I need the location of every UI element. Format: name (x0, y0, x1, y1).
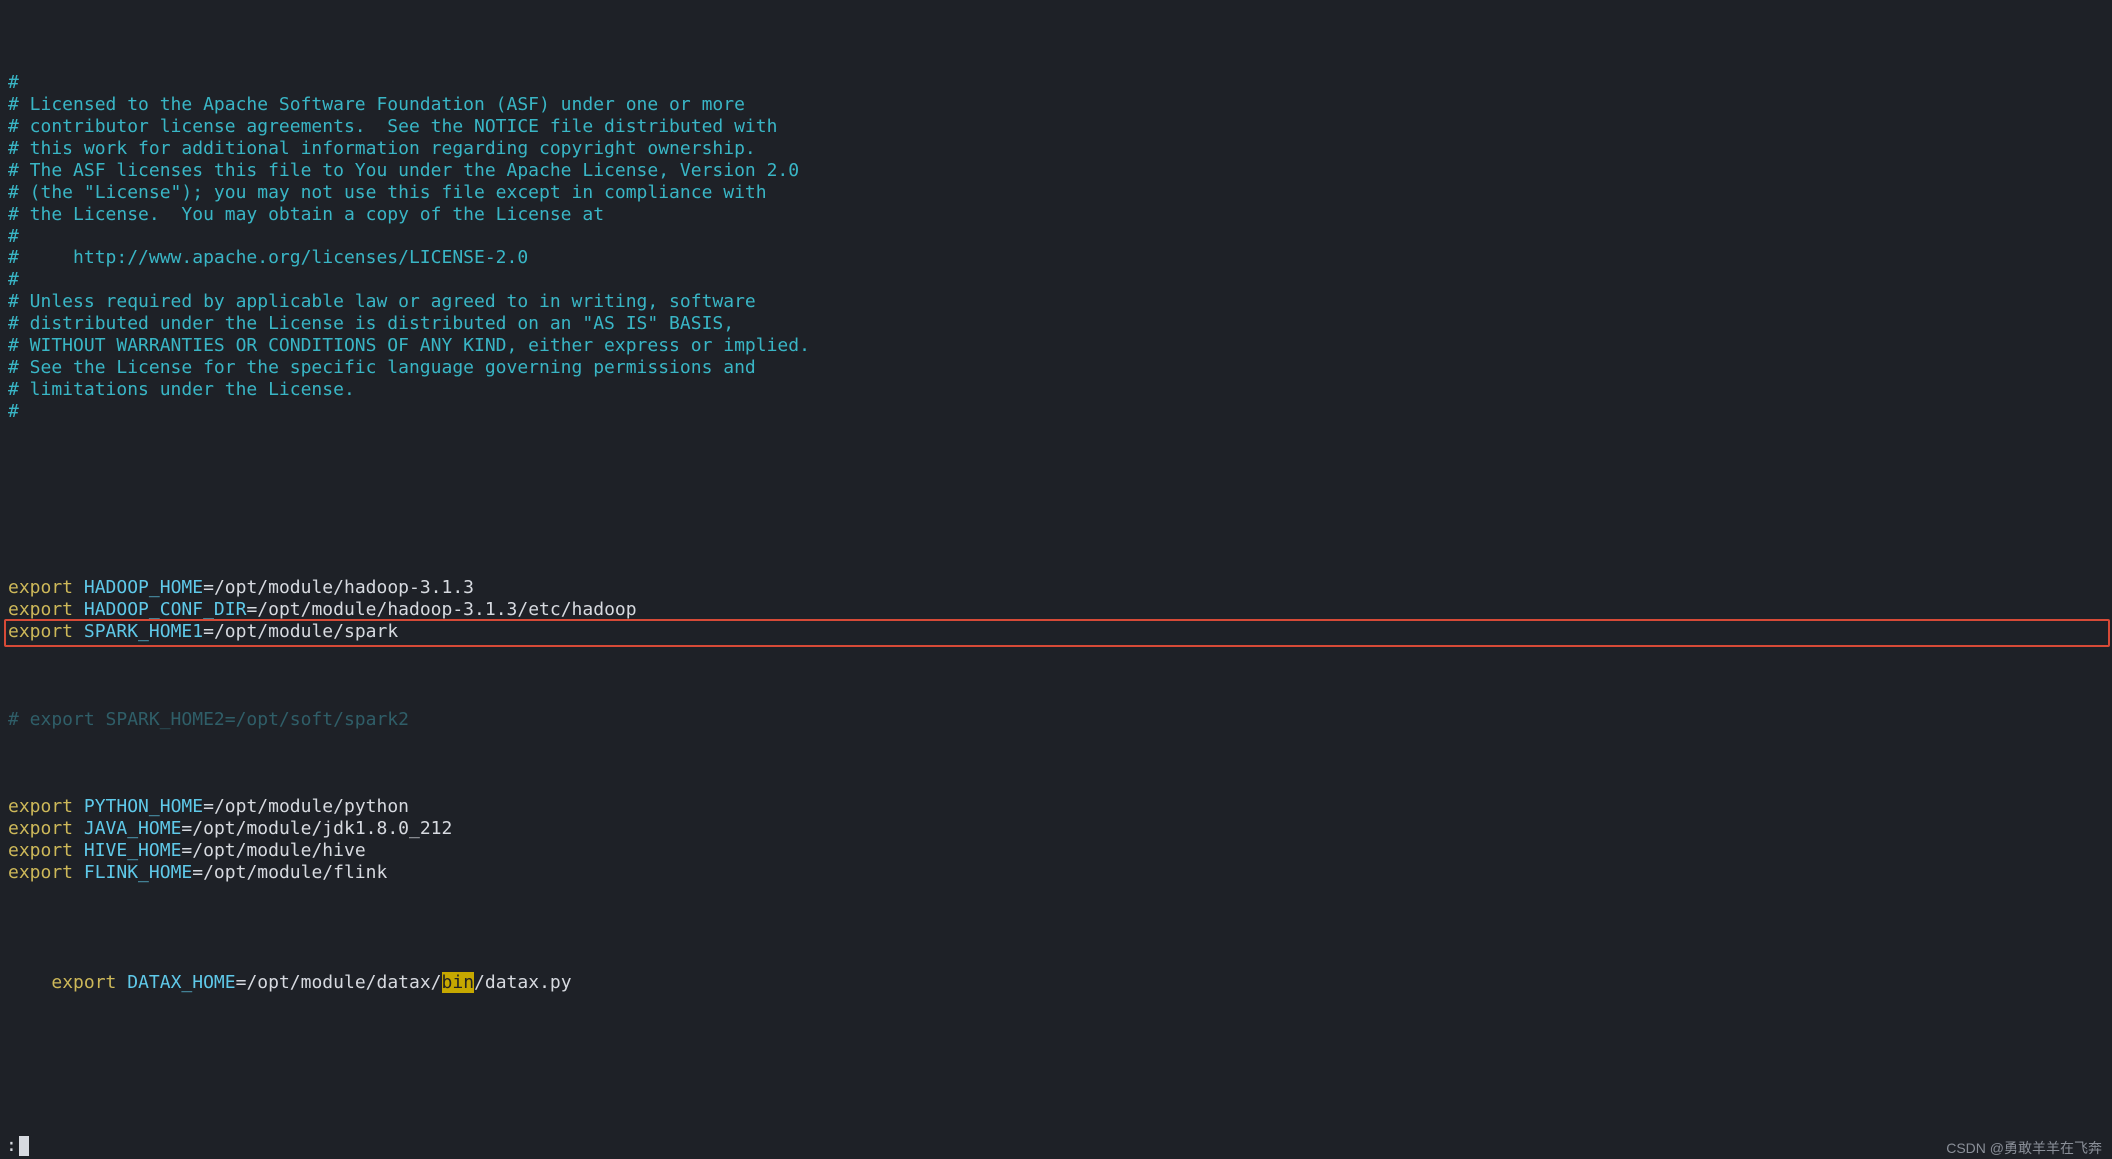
comment-line: # contributor license agreements. See th… (8, 116, 2104, 138)
license-comment-block: ## Licensed to the Apache Software Found… (8, 72, 2104, 423)
vim-command-line[interactable]: : (0, 1135, 2112, 1159)
watermark-text: CSDN @勇敢羊羊在飞奔 (1946, 1140, 2102, 1157)
comment-line: # Unless required by applicable law or a… (8, 291, 2104, 313)
equals-sign: = (246, 599, 257, 620)
comment-line: # http://www.apache.org/licenses/LICENSE… (8, 247, 2104, 269)
comment-line: # (the "License"); you may not use this … (8, 182, 2104, 204)
keyword-export: export (8, 818, 73, 839)
blank-line (8, 1082, 2104, 1104)
env-var-value: /opt/module/hadoop-3.1.3/etc/hadoop (257, 599, 636, 620)
editor-viewport[interactable]: ## Licensed to the Apache Software Found… (0, 0, 2112, 1135)
export-block: export PYTHON_HOME=/opt/module/pythonexp… (8, 796, 2104, 884)
env-var-value: /opt/module/flink (203, 862, 387, 883)
comment-line: # WITHOUT WARRANTIES OR CONDITIONS OF AN… (8, 335, 2104, 357)
env-var-value: /opt/module/python (214, 796, 409, 817)
env-var-name: HADOOP_HOME (84, 577, 203, 598)
env-var-name: PYTHON_HOME (84, 796, 203, 817)
env-var-name: HADOOP_CONF_DIR (84, 599, 247, 620)
comment-line: # this work for additional information r… (8, 138, 2104, 160)
comment-line: # the License. You may obtain a copy of … (8, 204, 2104, 226)
env-var-value: /opt/module/jdk1.8.0_212 (192, 818, 452, 839)
equals-sign: = (203, 796, 214, 817)
env-var-value: /opt/module/spark (214, 621, 398, 642)
equals-sign: = (236, 972, 247, 993)
equals-sign: = (181, 818, 192, 839)
cursor (19, 1136, 29, 1156)
path-suffix: /datax.py (474, 972, 572, 993)
env-var-name: SPARK_HOME1 (84, 621, 203, 642)
keyword-export: export (8, 599, 73, 620)
comment-line: # (8, 226, 2104, 248)
export-line: export HADOOP_HOME=/opt/module/hadoop-3.… (8, 577, 2104, 599)
env-var-value: /opt/module/hive (192, 840, 365, 861)
export-line: export HADOOP_CONF_DIR=/opt/module/hadoo… (8, 599, 2104, 621)
export-line: export PYTHON_HOME=/opt/module/python (8, 796, 2104, 818)
env-var-name: HIVE_HOME (84, 840, 182, 861)
comment-line: # limitations under the License. (8, 379, 2104, 401)
export-line-datax: export DATAX_HOME=/opt/module/datax/bin/… (8, 950, 2104, 1016)
comment-line: # (8, 269, 2104, 291)
export-block: export HADOOP_HOME=/opt/module/hadoop-3.… (8, 577, 2104, 643)
keyword-export: export (8, 840, 73, 861)
command-prefix: : (6, 1135, 17, 1156)
keyword-export: export (8, 621, 73, 642)
equals-sign: = (203, 577, 214, 598)
env-var-name: FLINK_HOME (84, 862, 192, 883)
export-line: export FLINK_HOME=/opt/module/flink (8, 862, 2104, 884)
blank-line (8, 489, 2104, 511)
comment-line: # See the License for the specific langu… (8, 357, 2104, 379)
comment-line: # (8, 401, 2104, 423)
keyword-export: export (51, 972, 116, 993)
path-prefix: /opt/module/datax/ (246, 972, 441, 993)
highlighted-bin: bin (442, 972, 475, 993)
export-line: export HIVE_HOME=/opt/module/hive (8, 840, 2104, 862)
env-var-value: /opt/module/hadoop-3.1.3 (214, 577, 474, 598)
env-var-name: DATAX_HOME (127, 972, 235, 993)
comment-line: # (8, 72, 2104, 94)
equals-sign: = (203, 621, 214, 642)
export-line: export SPARK_HOME1=/opt/module/spark (8, 621, 2104, 643)
equals-sign: = (192, 862, 203, 883)
equals-sign: = (181, 840, 192, 861)
keyword-export: export (8, 862, 73, 883)
keyword-export: export (8, 796, 73, 817)
keyword-export: export (8, 577, 73, 598)
export-line: export JAVA_HOME=/opt/module/jdk1.8.0_21… (8, 818, 2104, 840)
commented-export-line: # export SPARK_HOME2=/opt/soft/spark2 (8, 709, 2104, 731)
comment-line: # distributed under the License is distr… (8, 313, 2104, 335)
env-var-name: JAVA_HOME (84, 818, 182, 839)
comment-line: # The ASF licenses this file to You unde… (8, 160, 2104, 182)
comment-line: # Licensed to the Apache Software Founda… (8, 94, 2104, 116)
